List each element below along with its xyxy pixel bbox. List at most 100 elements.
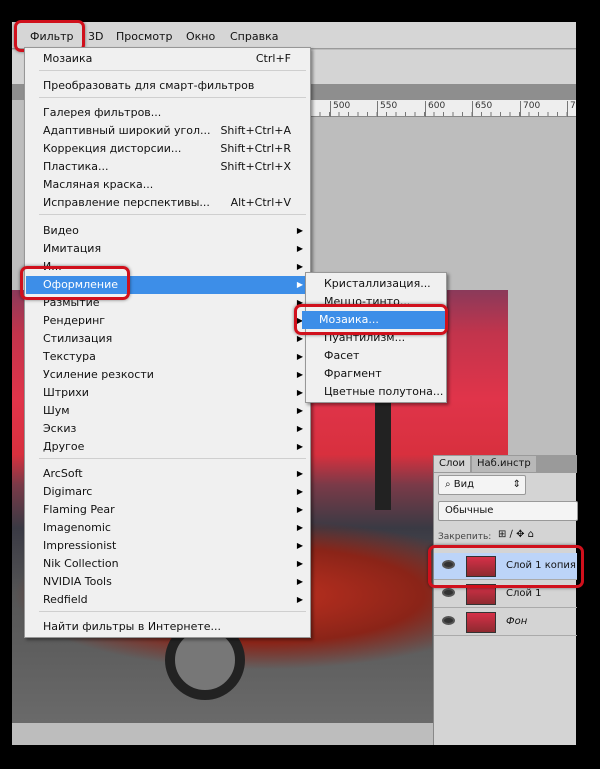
submenu-item[interactable]: Кристаллизация... (307, 275, 445, 293)
menu-shortcut: Shift+Ctrl+A (220, 124, 291, 137)
menu-3d[interactable]: 3D (88, 30, 103, 43)
menu-item[interactable]: Digimarc ▶ (26, 483, 309, 501)
menu-item-label: Видео (43, 224, 79, 237)
menu-item[interactable]: Мозаика Ctrl+F (26, 50, 309, 68)
submenu-arrow-icon: ▶ (296, 226, 303, 235)
layer-filter-select[interactable]: ⌕ Вид ⇕ (438, 475, 526, 495)
updown-icon: ⇕ (512, 479, 521, 490)
menu-item-label: Преобразовать для смарт-фильтров (43, 79, 255, 92)
menu-item[interactable]: Эскиз ▶ (26, 420, 309, 438)
submenu-arrow-icon: ▶ (296, 577, 303, 586)
menu-item-label: Адаптивный широкий угол... (43, 124, 211, 137)
submenu-arrow-icon: ▶ (296, 541, 303, 550)
submenu-item[interactable]: Фасет (307, 347, 445, 365)
submenu-item[interactable]: Фрагмент (307, 365, 445, 383)
menu-item-label: Digimarc (43, 485, 93, 498)
menu-item[interactable]: ArcSoft ▶ (26, 465, 309, 483)
layers-panel: Слои Наб.инстр ⌕ Вид ⇕ Обычные Закрепить:… (433, 455, 578, 745)
menu-shortcut: Alt+Ctrl+V (230, 196, 291, 209)
menu-item[interactable]: Адаптивный широкий угол... Shift+Ctrl+A (26, 122, 309, 140)
menu-item[interactable]: Найти фильтры в Интернете... (26, 618, 309, 636)
lighthouse-photo-detail (375, 390, 391, 510)
menu-item[interactable]: Исправление перспективы... Alt+Ctrl+V (26, 194, 309, 212)
menu-item[interactable]: Flaming Pear ▶ (26, 501, 309, 519)
menu-item[interactable]: Imagenomic ▶ (26, 519, 309, 537)
menu-item[interactable]: Пластика... Shift+Ctrl+X (26, 158, 309, 176)
menu-item[interactable]: Стилизация ▶ (26, 330, 309, 348)
menu-item-label: Найти фильтры в Интернете... (43, 620, 222, 633)
menu-item[interactable]: Галерея фильтров... (26, 104, 309, 122)
menu-item-label: Масляная краска... (43, 178, 154, 191)
menu-item[interactable]: Impressionist ▶ (26, 537, 309, 555)
menu-item[interactable]: Шум ▶ (26, 402, 309, 420)
ruler-tick: 7 (567, 101, 576, 117)
menu-item[interactable]: Рендеринг ▶ (26, 312, 309, 330)
ruler-tick: 550 (377, 101, 397, 117)
submenu-arrow-icon: ▶ (296, 505, 303, 514)
submenu-arrow-icon: ▶ (296, 424, 303, 433)
ruler-tick: 700 (520, 101, 540, 117)
menu-item[interactable]: Redfield ▶ (26, 591, 309, 609)
menu-item-label: Imagenomic (43, 521, 111, 534)
menu-item[interactable]: Усиление резкости ▶ (26, 366, 309, 384)
layer-thumbnail (466, 612, 496, 633)
annotation-highlight-design (20, 266, 130, 300)
submenu-item[interactable]: Цветные полутона... (307, 383, 445, 401)
annotation-highlight-layer (428, 545, 584, 588)
menu-item[interactable]: Другое ▶ (26, 438, 309, 456)
filter-menu: Мозаика Ctrl+F Преобразовать для смарт-фил… (24, 47, 311, 638)
submenu-item-label: Кристаллизация... (324, 277, 431, 290)
menu-item-label: Текстура (43, 350, 96, 363)
menu-item-label: Шум (43, 404, 70, 417)
menu-item[interactable]: Текстура ▶ (26, 348, 309, 366)
menu-window[interactable]: Окно (186, 30, 215, 43)
menu-item[interactable]: NVIDIA Tools ▶ (26, 573, 309, 591)
menu-view[interactable]: Просмотр (116, 30, 172, 43)
submenu-arrow-icon: ▶ (296, 442, 303, 451)
submenu-item-label: Цветные полутона... (324, 385, 444, 398)
submenu-arrow-icon: ▶ (296, 487, 303, 496)
menu-item-label: Flaming Pear (43, 503, 115, 516)
menu-item-label: Исправление перспективы... (43, 196, 210, 209)
menu-item-label: ArcSoft (43, 467, 83, 480)
menu-separator (39, 611, 306, 612)
layer-row[interactable]: Фон (434, 609, 577, 636)
blend-mode-select[interactable]: Обычные (438, 501, 578, 521)
eye-icon[interactable] (442, 616, 455, 625)
submenu-arrow-icon: ▶ (296, 595, 303, 604)
menu-item-label: Мозаика (43, 52, 93, 65)
submenu-arrow-icon: ▶ (296, 244, 303, 253)
menu-help[interactable]: Справка (230, 30, 278, 43)
menu-item[interactable]: Имитация ▶ (26, 240, 309, 258)
menu-separator (39, 97, 306, 98)
menu-shortcut: Shift+Ctrl+X (220, 160, 291, 173)
lock-icons[interactable]: ⊞ ∕ ✥ ⌂ (498, 529, 534, 540)
annotation-highlight-mosaic (294, 304, 448, 335)
eye-icon[interactable] (442, 588, 455, 597)
menu-item-label: NVIDIA Tools (43, 575, 112, 588)
menu-item[interactable]: Масляная краска... (26, 176, 309, 194)
ruler-tick: 650 (472, 101, 492, 117)
submenu-arrow-icon: ▶ (296, 469, 303, 478)
menu-item-label: Nik Collection (43, 557, 119, 570)
menu-item-label: Коррекция дисторсии... (43, 142, 182, 155)
submenu-arrow-icon: ▶ (296, 388, 303, 397)
stylize-submenu: Кристаллизация... Меццо-тинто... Мозаика..… (302, 272, 447, 403)
layer-name: Слой 1 (506, 588, 542, 599)
menu-item-label: Пластика... (43, 160, 109, 173)
menu-item[interactable]: Коррекция дисторсии... Shift+Ctrl+R (26, 140, 309, 158)
submenu-arrow-icon: ▶ (296, 280, 303, 289)
menu-shortcut: Shift+Ctrl+R (220, 142, 291, 155)
tab-layers[interactable]: Слои (434, 456, 470, 472)
menu-item[interactable]: Штрихи ▶ (26, 384, 309, 402)
menu-item[interactable]: Видео ▶ (26, 222, 309, 240)
menu-item-label: Имитация (43, 242, 102, 255)
tab-tool-presets[interactable]: Наб.инстр (472, 456, 536, 472)
submenu-arrow-icon: ▶ (296, 262, 303, 271)
lock-label: Закрепить: (438, 532, 492, 542)
menu-item-label: Рендеринг (43, 314, 106, 327)
menu-bar: Фильтр 3D Просмотр Окно Справка (12, 22, 576, 49)
horizontal-ruler: 500 550 600 650 700 7 (310, 100, 576, 117)
menu-item[interactable]: Nik Collection ▶ (26, 555, 309, 573)
menu-item[interactable]: Преобразовать для смарт-фильтров (26, 77, 309, 95)
